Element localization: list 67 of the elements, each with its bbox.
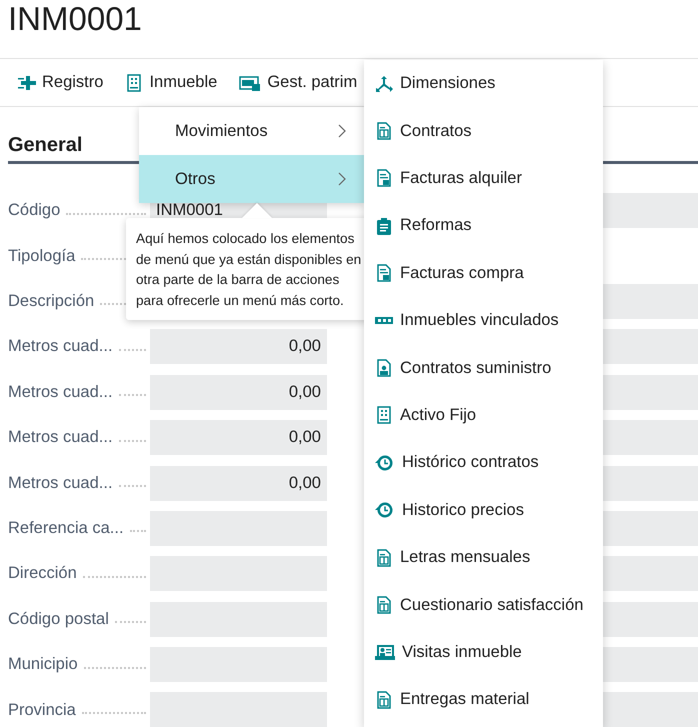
chevron-right-icon [338,172,346,186]
history-clock-icon [375,501,395,520]
building-icon [375,406,393,424]
input-field[interactable] [600,556,698,592]
input-field[interactable] [600,329,698,364]
input-field[interactable]: 0,00 [150,374,327,410]
invoice-icon [375,169,393,188]
history-clock-icon [375,454,395,472]
input-field[interactable] [600,692,698,727]
menu-item[interactable]: Activo Fijo [364,392,603,440]
building-icon [125,74,144,92]
add-lines-icon [18,74,36,92]
menu-item[interactable]: Dimensiones [364,60,603,108]
chevron-right-icon [338,124,346,138]
input-field[interactable] [600,284,698,319]
field-label: Metros cuad... [8,382,113,403]
input-field[interactable] [600,420,698,456]
field-label: Tipología [8,246,76,267]
action-button[interactable]: Inmueble [125,70,218,95]
field-label: Municipio [8,654,78,676]
field-label: Dirección [8,563,77,584]
action-button[interactable]: Gest. patrim [239,70,358,95]
field-label: Metros cuad... [8,336,113,358]
input-field[interactable]: 0,00 [150,329,327,364]
input-field[interactable] [600,466,698,501]
tooltip-text: Aquí hemos colocado los elementos de menú que ya están disponibles en otra parte de la barra de acciones para ofrecerle un menú más corto. [136,231,362,308]
document-icon [375,690,393,709]
input-field[interactable] [600,374,698,410]
document-icon [375,596,393,614]
menu-item[interactable]: Facturas compra [364,250,603,297]
input-field[interactable] [600,647,698,682]
input-field[interactable]: 0,00 [150,420,327,456]
invoice-icon [375,264,393,282]
field-label: Metros cuad... [8,427,113,448]
contact-card-icon [375,643,395,662]
field-label: Metros cuad... [8,472,113,494]
field-label: Código [8,200,60,222]
menu-item[interactable]: Histórico contratos [364,439,603,487]
menu-item[interactable]: Historico precios [364,486,603,534]
money-card-icon [239,74,262,92]
menu-item[interactable]: Reformas [364,202,603,250]
input-field[interactable] [600,602,698,637]
page-title: INM0001 [8,0,142,37]
menu-item[interactable]: Contratos suministro [364,344,603,392]
menu-item[interactable]: Contratos [364,107,603,155]
menu-item[interactable]: Movimientos [139,107,364,155]
input-field[interactable]: 0,00 [150,466,327,501]
field-label: Descripción [8,291,94,312]
action-button[interactable]: Registro [18,70,104,95]
menu-item[interactable]: Otros [139,155,364,203]
clipboard-icon [375,216,393,235]
document-icon [375,122,393,140]
input-field[interactable] [600,193,698,228]
input-field[interactable] [600,510,698,546]
field-label: Código postal [8,608,109,630]
menu-item[interactable]: Entregas material [364,676,603,724]
field-label: Provincia [8,700,76,721]
document-icon [375,548,393,567]
menu-item[interactable]: Inmuebles vinculados [364,296,603,344]
document-person-icon [375,359,393,378]
menu-item[interactable]: Visitas inmueble [364,628,603,676]
menu-item[interactable]: Facturas alquiler [364,154,603,202]
menu-item[interactable]: Cuestionario satisfacción [364,581,603,629]
section-title: General [8,133,82,158]
branch-arrows-icon [375,74,393,93]
menu-item[interactable]: Letras mensuales [364,534,603,582]
field-label: Referencia ca... [8,518,124,540]
